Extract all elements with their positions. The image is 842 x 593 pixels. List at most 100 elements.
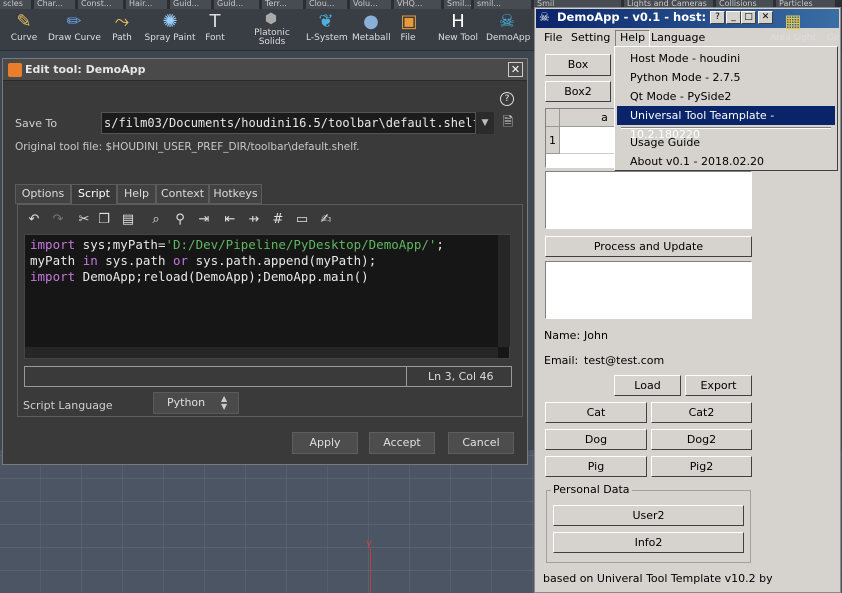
cat2-button[interactable]: Cat2	[651, 402, 752, 423]
accept-button[interactable]: Accept	[369, 432, 435, 454]
tab-context[interactable]: Context	[156, 184, 209, 204]
cat-button[interactable]: Cat	[545, 402, 647, 423]
undo-icon[interactable]: ↶	[25, 211, 43, 229]
tab-hotkeys[interactable]: Hotkeys	[209, 184, 262, 204]
shelf-tool-platonic-solids[interactable]: ⬢ Platonic Solids	[254, 9, 290, 51]
shelf-tool-ge[interactable]: Ge	[824, 9, 842, 51]
table-row-header[interactable]: 1	[546, 127, 560, 154]
dog-button[interactable]: Dog	[545, 429, 647, 450]
shelf-tool-curve[interactable]: ✎ Curve	[2, 9, 46, 51]
shelf-tool-spray-paint[interactable]: ✺ Spray Paint	[142, 9, 198, 51]
shelf-tool-demoapp[interactable]: ☠ DemoApp	[486, 9, 530, 51]
shelf-tool-path[interactable]: ⤳ Path	[108, 9, 136, 51]
shelf-tab[interactable]: smil...	[474, 0, 532, 9]
menu-item-qt-mode[interactable]: Qt Mode - PySide2	[617, 87, 835, 106]
comment-icon[interactable]: #	[269, 211, 287, 229]
horizontal-scrollbar[interactable]	[25, 347, 498, 358]
box-button[interactable]: Box	[545, 54, 611, 76]
find-icon[interactable]: ⌕	[147, 211, 165, 229]
help-icon[interactable]: ?	[500, 92, 514, 106]
apply-button[interactable]: Apply	[292, 432, 358, 454]
name-label: Name:	[544, 329, 581, 342]
y-axis-label: y	[366, 538, 372, 549]
shelf-tab[interactable]: Hair...	[126, 0, 168, 9]
shelf-tool-file[interactable]: ▣ File	[398, 9, 418, 51]
shelf-tab[interactable]: Guid...	[170, 0, 212, 9]
menu-item-python-mode[interactable]: Python Mode - 2.7.5	[617, 68, 835, 87]
goto-line-icon[interactable]: ⇥	[195, 211, 213, 229]
shelf-tab[interactable]: VHQ...	[394, 0, 442, 9]
pig-button[interactable]: Pig	[545, 456, 647, 477]
vertical-scrollbar[interactable]	[498, 235, 510, 347]
save-to-field[interactable]: s/film03/Documents/houdini16.5/toolbar\d…	[101, 112, 494, 134]
shelf-tool-label: Platonic Solids	[254, 28, 290, 47]
user2-button[interactable]: User2	[553, 505, 744, 526]
shelf-tab[interactable]: Terr...	[262, 0, 304, 9]
info2-button[interactable]: Info2	[553, 532, 744, 553]
script-language-label: Script Language	[23, 399, 113, 412]
shelf-tool-label: Metaball	[352, 33, 391, 43]
maximize-icon[interactable]: □	[741, 11, 756, 24]
y-axis-line	[370, 548, 371, 593]
menu-item-template-version[interactable]: Universal Tool Teamplate - 10.2.180220	[617, 106, 835, 141]
menu-setting[interactable]: Setting	[567, 30, 614, 45]
new-tool-icon: H	[451, 11, 465, 32]
file-browse-icon[interactable]: 🗎	[500, 114, 516, 132]
process-update-button[interactable]: Process and Update	[545, 236, 752, 257]
text-edit[interactable]	[545, 261, 752, 319]
name-value: John	[584, 329, 608, 342]
menu-item-usage-guide[interactable]: Usage Guide	[617, 133, 835, 152]
shelf-tool-metaball[interactable]: ● Metaball	[352, 9, 391, 51]
shelf-tool-draw-curve[interactable]: ✏ Draw Curve	[48, 9, 101, 51]
close-icon[interactable]: ✕	[508, 62, 523, 77]
replace-icon[interactable]: ⚲	[171, 211, 189, 229]
shelf-tab[interactable]: Smil...	[444, 0, 472, 9]
shelf-tab[interactable]: scles	[0, 0, 32, 9]
load-button[interactable]: Load	[614, 375, 681, 396]
shelf-tool-area-light[interactable]: ▦ Area Light	[770, 9, 816, 51]
path-icon: ⤳	[114, 11, 130, 32]
list-widget[interactable]	[545, 171, 752, 229]
chevron-down-icon[interactable]: ▼	[475, 112, 494, 134]
menu-file[interactable]: File	[540, 30, 566, 45]
pig2-button[interactable]: Pig2	[651, 456, 752, 477]
cut-icon[interactable]: ✂	[75, 211, 93, 229]
demoapp-title: DemoApp - v0.1 - host: h...	[557, 10, 709, 24]
help-title-button[interactable]: ?	[710, 11, 725, 24]
box2-button[interactable]: Box2	[545, 81, 611, 102]
demoapp-icon: ☠	[498, 11, 516, 32]
cancel-button[interactable]: Cancel	[448, 432, 514, 454]
menu-item-about[interactable]: About v0.1 - 2018.02.20	[617, 152, 835, 171]
shelf-tab[interactable]: Const...	[78, 0, 124, 9]
script-editor[interactable]: import sys;myPath='D:/Dev/Pipeline/PyDes…	[24, 234, 510, 359]
tab-help[interactable]: Help	[117, 184, 156, 204]
minimize-icon[interactable]: _	[726, 11, 741, 24]
dog2-button[interactable]: Dog2	[651, 429, 752, 450]
redo-icon[interactable]: ↷	[49, 211, 67, 229]
menu-language[interactable]: Language	[647, 30, 709, 45]
shelf-tab[interactable]: Clou...	[306, 0, 348, 9]
menu-help[interactable]: Help	[615, 30, 651, 47]
tab-bar: Options Script Help Context Hotkeys	[15, 184, 315, 204]
help-menu-dropdown: Host Mode - houdini Python Mode - 2.7.5 …	[614, 46, 838, 171]
unindent-icon[interactable]: ⇸	[245, 211, 263, 229]
shelf-tool-l-system[interactable]: ❦ L-System	[306, 9, 348, 51]
indent-icon[interactable]: ⇤	[221, 211, 239, 229]
tab-script[interactable]: Script	[71, 184, 117, 204]
shelf-tool-font[interactable]: T Font	[204, 9, 226, 51]
shelf-tool-label: Curve	[10, 33, 38, 43]
uncomment-icon[interactable]: ▭	[293, 211, 311, 229]
shelf-tab[interactable]: Guid...	[214, 0, 260, 9]
copy-icon[interactable]: ❐	[95, 211, 113, 229]
personal-data-title: Personal Data	[551, 483, 632, 496]
tab-options[interactable]: Options	[15, 184, 71, 204]
paste-icon[interactable]: ▤	[119, 211, 137, 229]
save-to-label: Save To	[15, 117, 58, 130]
export-button[interactable]: Export	[685, 375, 752, 396]
platonic-icon: ⬢	[264, 11, 278, 27]
edit-notes-icon[interactable]: ✍	[317, 211, 335, 229]
shelf-tab[interactable]: Volu...	[350, 0, 392, 9]
shelf-tool-new-tool[interactable]: H New Tool	[436, 9, 480, 51]
shelf-tab[interactable]: Char...	[34, 0, 76, 9]
menu-item-host-mode[interactable]: Host Mode - houdini	[617, 49, 835, 68]
